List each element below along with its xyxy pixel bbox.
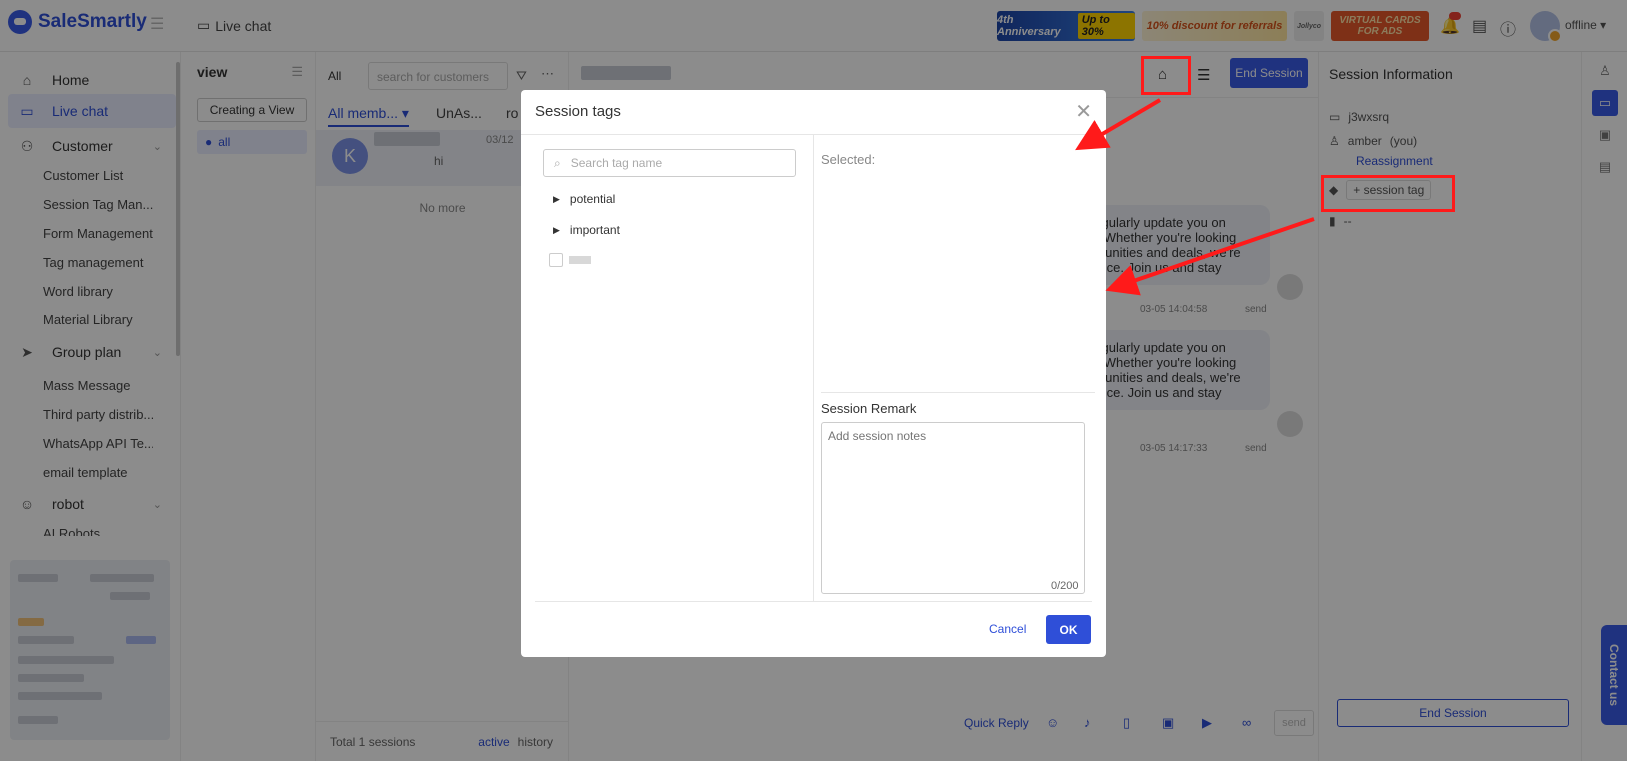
arrow	[1075, 98, 1162, 151]
arrow	[1105, 217, 1315, 296]
annotation-arrows	[1075, 98, 1315, 296]
